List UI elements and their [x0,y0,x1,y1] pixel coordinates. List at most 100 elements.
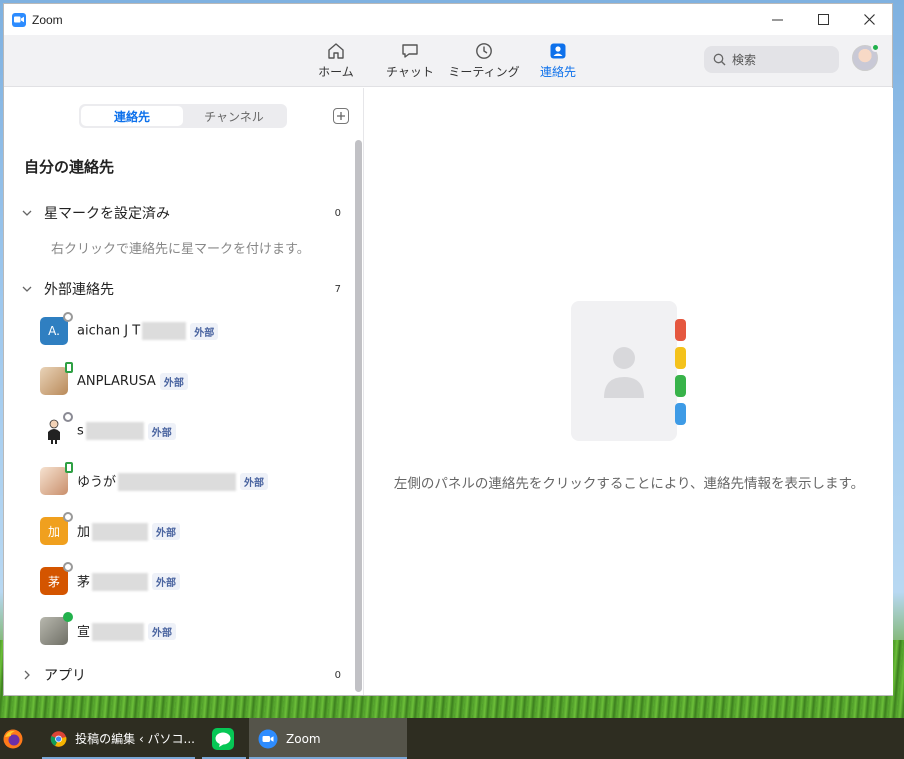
minimize-icon [771,19,783,21]
taskbar-zoom-label: Zoom [286,731,321,746]
redacted-text [92,573,149,592]
avatar-initial: 茅 [47,574,60,589]
window-title: Zoom [32,12,63,27]
plus-icon [337,112,345,120]
title-bar: Zoom [4,4,892,35]
sidebar-scrollbar[interactable] [355,140,362,692]
redacted-text [92,523,149,542]
external-badge: 外部 [152,572,181,590]
avatar-initial: A. [48,324,60,338]
phone-status-icon [65,462,73,473]
tab-home-label: ホーム [318,65,354,79]
profile-avatar[interactable] [852,43,880,71]
search-input[interactable]: 検索 [704,46,839,73]
zoom-app-icon [12,12,26,27]
starred-hint-text: 右クリックで連絡先に星マークを付けます。 [51,242,310,257]
contact-item[interactable]: s 外部 [40,412,340,446]
chrome-icon [50,730,67,747]
group-apps-label: アプリ [44,668,86,684]
taskbar-firefox[interactable] [0,718,28,759]
taskbar: 投稿の編集 ‹ パソコ... Zoom [0,718,904,759]
firefox-icon [3,729,23,748]
top-navigation: ホーム チャット ミーティング 連絡先 検索 [4,35,892,87]
taskbar-chrome-label: 投稿の編集 ‹ パソコ... [75,732,195,746]
maximize-button[interactable] [800,4,846,35]
contact-avatar-photo [40,462,73,495]
contact-item[interactable]: ANPLARUSA 外部 [40,362,340,396]
segment-channels[interactable]: チャンネル [183,106,285,126]
taskbar-line[interactable] [202,718,246,759]
contact-name: ゆうが [77,471,237,492]
search-icon [713,53,726,66]
chevron-down-icon [20,282,34,296]
tab-meetings-label: ミーティング [448,65,520,79]
redacted-text [118,473,237,492]
chevron-down-icon [20,206,34,220]
taskbar-chrome[interactable]: 投稿の編集 ‹ パソコ... [42,718,195,759]
tab-contacts-label: 連絡先 [539,65,576,79]
redacted-text [92,623,145,642]
avatar-initial: 加 [47,524,60,539]
close-button[interactable] [846,4,892,35]
contact-avatar: 茅 [40,562,73,595]
contacts-icon [549,41,567,61]
away-status-icon [63,562,73,572]
clock-status-icon [63,412,73,422]
empty-state-message: 左側のパネルの連絡先をクリックすることにより、連絡先情報を表示します。 [393,476,865,492]
group-apps-count: 0 [334,669,341,681]
my-contacts-heading: 自分の連絡先 [24,158,115,176]
zoom-icon [258,729,278,748]
clock-icon [475,41,493,61]
contact-name: 茅 [77,571,149,592]
phone-status-icon [65,362,73,373]
maximize-icon [817,14,829,25]
add-contact-button[interactable] [333,108,349,124]
online-status-icon [63,612,73,622]
group-apps[interactable]: アプリ 0 [20,664,345,686]
redacted-text [85,422,144,440]
group-starred-count: 0 [334,207,341,219]
contact-item[interactable]: 加 加 外部 [40,512,340,546]
contact-name: s [77,422,144,440]
minimize-button[interactable] [754,4,800,35]
contact-item[interactable]: 宣 外部 [40,612,340,646]
group-external[interactable]: 外部連絡先 7 [20,278,345,300]
group-starred[interactable]: 星マークを設定済み 0 [20,202,345,224]
group-external-label: 外部連絡先 [44,282,114,298]
taskbar-zoom[interactable]: Zoom [249,718,407,759]
contact-name: 加 [77,521,149,542]
tab-contacts[interactable]: 連絡先 [523,41,593,83]
tab-chat-label: チャット [386,65,434,79]
external-badge: 外部 [147,422,176,440]
external-badge: 外部 [148,622,177,640]
tab-meetings[interactable]: ミーティング [448,41,520,83]
contact-avatar: 加 [40,512,73,545]
contact-avatar-photo [40,612,73,645]
home-icon [327,41,345,61]
tab-home[interactable]: ホーム [301,41,371,83]
search-placeholder: 検索 [732,53,757,67]
contact-item[interactable]: ゆうが 外部 [40,462,340,496]
contact-avatar-photo [40,362,73,395]
contact-avatar: A. [40,312,73,345]
contacts-sidebar: 連絡先 チャンネル 自分の連絡先 星マークを設定済み 0 右クリックで連絡先に星… [4,88,364,695]
external-badge: 外部 [159,372,188,390]
zoom-window: Zoom ホーム チャット ミーティング 連絡先 検索 連絡先 チャンネル 自分… [3,3,893,696]
external-badge: 外部 [240,472,269,490]
line-icon [212,727,234,750]
contact-avatar-photo [40,412,73,445]
contact-name: 宣 [77,621,145,642]
contact-detail-panel: 左側のパネルの連絡先をクリックすることにより、連絡先情報を表示します。 [365,88,893,695]
contact-item[interactable]: A. aichan J T 外部 [40,312,340,346]
contact-item[interactable]: 茅 茅 外部 [40,562,340,596]
away-status-icon [63,512,73,522]
chevron-right-icon [20,668,34,682]
group-external-count: 7 [334,283,341,295]
online-status-dot [871,43,880,52]
redacted-text [142,322,187,340]
away-status-icon [63,312,73,322]
segment-contacts[interactable]: 連絡先 [81,106,183,126]
external-badge: 外部 [152,522,181,540]
tab-chat[interactable]: チャット [375,41,445,83]
contacts-channels-toggle: 連絡先 チャンネル [79,104,287,128]
